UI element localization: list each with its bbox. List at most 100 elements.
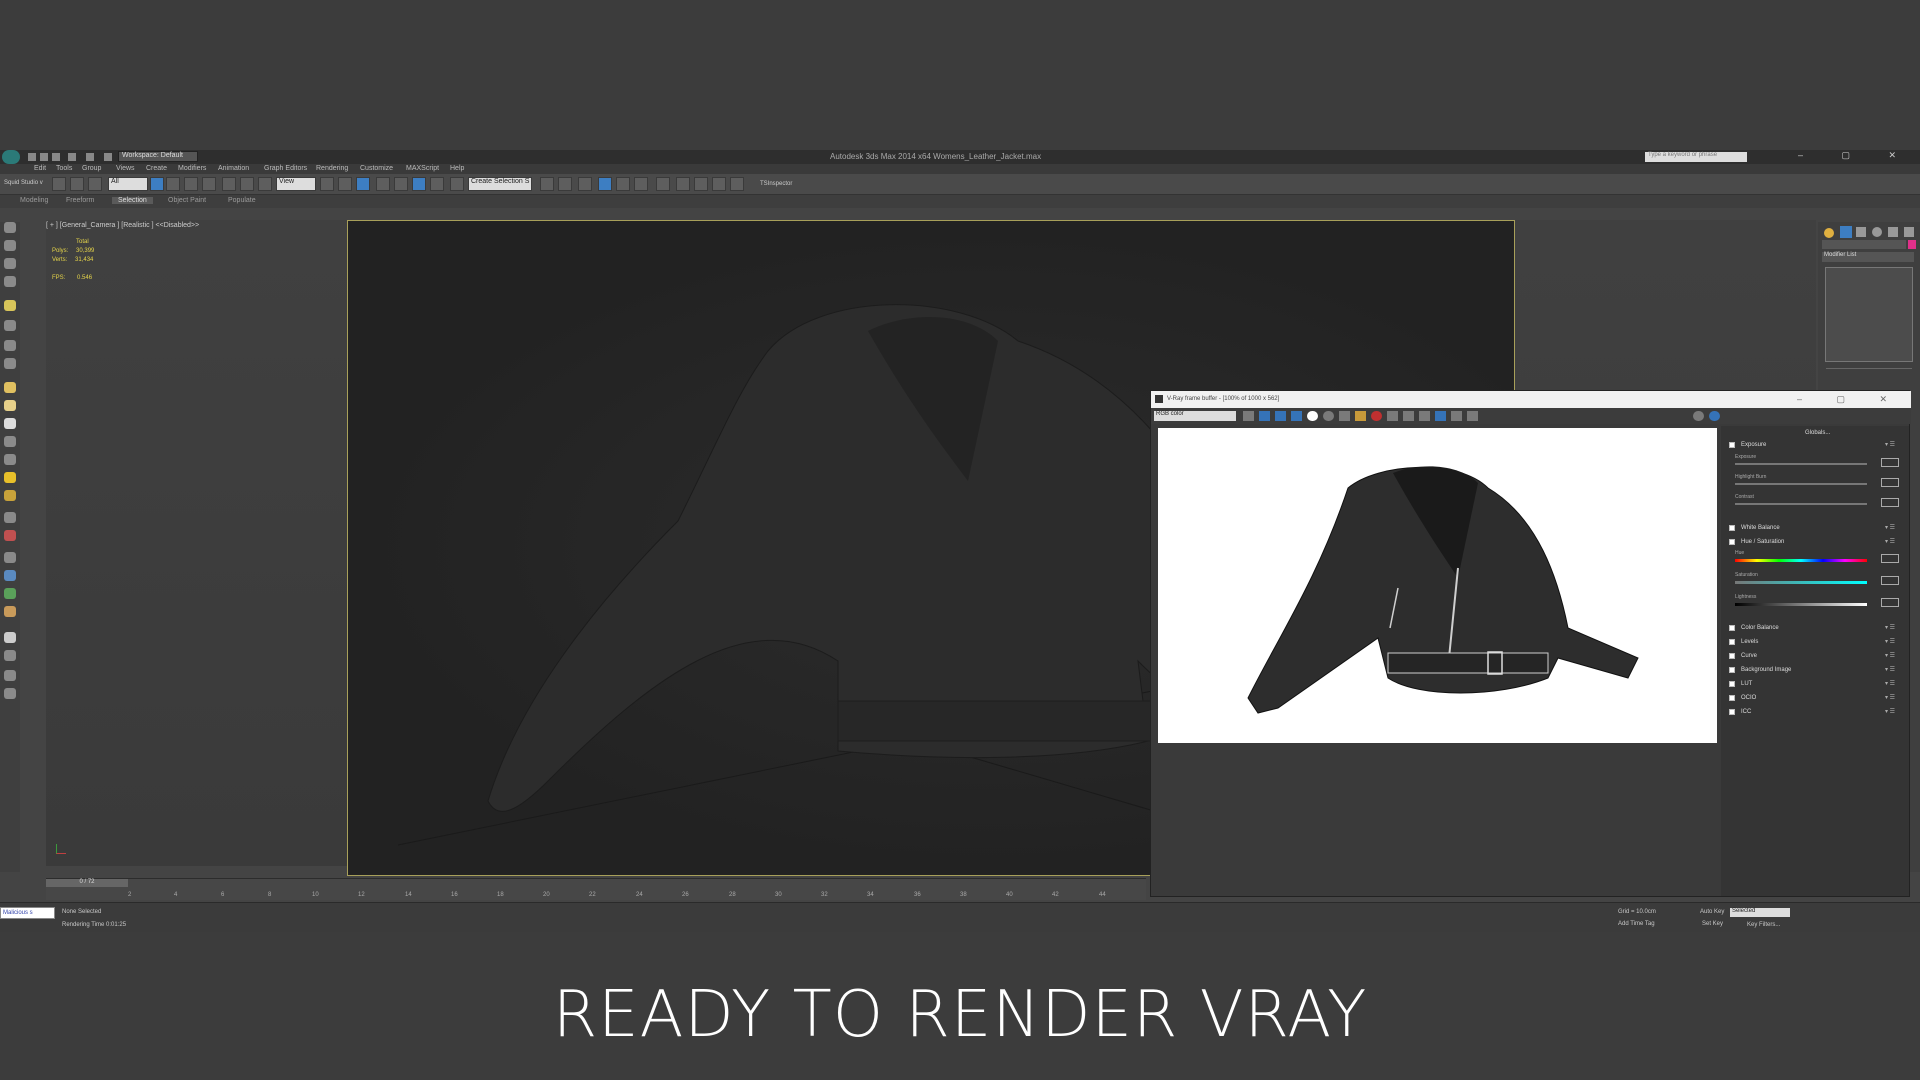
globe-icon[interactable] [4,570,16,581]
section-menu-icon[interactable]: ▾ ☰ [1885,694,1895,701]
redo-icon[interactable] [86,153,94,161]
blue-channel-icon[interactable] [1291,411,1302,421]
menu-animation[interactable]: Animation [218,165,249,172]
menu-rendering[interactable]: Rendering [316,165,348,172]
contrast-value-field[interactable] [1881,498,1899,507]
mono-icon[interactable] [1323,411,1334,421]
curve-checkbox[interactable] [1729,653,1735,659]
alpha-icon[interactable] [1307,411,1318,421]
exposure-checkbox[interactable] [1729,442,1735,448]
lightness-value-field[interactable] [1881,598,1899,607]
tab-selection[interactable]: Selection [112,197,153,204]
background-image-checkbox[interactable] [1729,667,1735,673]
green-channel-icon[interactable] [1275,411,1286,421]
stop-render-icon[interactable] [1371,411,1382,421]
bones-icon[interactable] [4,512,16,523]
render-production-icon[interactable] [712,177,726,191]
lens-effects-icon[interactable] [1419,411,1430,421]
clear-icon[interactable] [1467,411,1478,421]
bind-space-warp-icon[interactable] [88,177,102,191]
tree-icon[interactable] [4,588,16,599]
channel-dropdown[interactable]: RGB color [1154,411,1236,421]
character-icon[interactable] [4,606,16,617]
menu-tools[interactable]: Tools [56,165,72,172]
hue-saturation-checkbox[interactable] [1729,539,1735,545]
align-icon[interactable] [558,177,572,191]
light-icon[interactable] [4,300,16,311]
display-tab-icon[interactable] [1888,227,1898,237]
selected-dropdown[interactable]: Selected [1730,908,1790,917]
compare-icon[interactable] [1451,411,1462,421]
add-time-tag[interactable]: Add Time Tag [1618,921,1655,927]
select-by-name-icon[interactable] [166,177,180,191]
menu-group[interactable]: Group [82,165,101,172]
reference-coordinate-dropdown[interactable]: View [276,177,316,191]
section-menu-icon[interactable]: ▾ ☰ [1885,666,1895,673]
rectangle-selection-icon[interactable] [184,177,198,191]
section-menu-icon[interactable]: ▾ ☰ [1885,538,1895,545]
snaps-toggle-icon[interactable] [376,177,390,191]
open-file-icon[interactable] [40,153,48,161]
create-tab-icon[interactable] [1824,228,1834,238]
viewport-label[interactable]: [ + ] [General_Camera ] [Realistic ] <<D… [46,222,199,229]
section-hue-saturation[interactable]: Hue / Saturation ▾ ☰ [1729,537,1901,548]
save-image-icon[interactable] [1243,411,1254,421]
set-key-button[interactable]: Set Key [1702,921,1723,927]
lightness-slider[interactable] [1735,603,1867,606]
highlight-burn-value-field[interactable] [1881,478,1899,487]
geometry-box-icon[interactable] [4,382,16,393]
section-menu-icon[interactable]: ▾ ☰ [1885,708,1895,715]
geometry-sphere-icon[interactable] [4,400,16,411]
list-icon[interactable] [4,258,16,269]
app-logo-icon[interactable] [2,150,20,164]
menu-modifiers[interactable]: Modifiers [178,165,206,172]
contrast-slider[interactable] [1735,503,1867,505]
render-setup-icon[interactable] [676,177,690,191]
stack-buttons[interactable] [1826,368,1912,376]
object-name-field[interactable] [1822,240,1906,249]
section-white-balance[interactable]: White Balance ▾ ☰ [1729,523,1901,534]
graphite-toggle-icon[interactable] [598,177,612,191]
key-filters-button[interactable]: Key Filters... [1747,922,1780,928]
move-icon[interactable] [222,177,236,191]
filter-icon[interactable] [4,276,16,287]
selection-filter-dropdown[interactable]: All [108,177,148,191]
section-icc[interactable]: ICC ▾ ☰ [1729,707,1901,718]
render-ball-icon[interactable] [4,632,16,643]
time-slider[interactable]: 0 / 72 [46,879,128,887]
window-crossing-icon[interactable] [202,177,216,191]
studio-label[interactable]: Squid Studio v [4,180,43,186]
render-region-icon[interactable] [1387,411,1398,421]
icc-checkbox[interactable] [1729,709,1735,715]
rendered-image[interactable] [1158,428,1717,743]
hierarchy-tab-icon[interactable] [1856,227,1866,237]
section-curve[interactable]: Curve ▾ ☰ [1729,651,1901,662]
section-menu-icon[interactable]: ▾ ☰ [1885,441,1895,448]
white-balance-checkbox[interactable] [1729,525,1735,531]
new-file-icon[interactable] [28,153,36,161]
geometry-torus-icon[interactable] [4,418,16,429]
unlink-icon[interactable] [70,177,84,191]
track-mouse-icon[interactable] [1403,411,1414,421]
layer-manager-icon[interactable] [578,177,592,191]
saturation-slider[interactable] [1735,581,1867,584]
globals-button[interactable]: Globals... [1805,430,1830,436]
utilities-tab-icon[interactable] [1904,227,1914,237]
biped-icon[interactable] [4,530,16,541]
schematic-view-icon[interactable] [634,177,648,191]
scene-explorer-icon[interactable] [4,222,16,233]
hue-slider[interactable] [1735,559,1867,562]
load-icon[interactable] [1355,411,1366,421]
exposure-slider[interactable] [1735,463,1867,465]
tab-freeform[interactable]: Freeform [66,197,94,204]
spacewarp-icon[interactable] [4,358,16,369]
undo-icon[interactable] [68,153,76,161]
modifier-list-dropdown[interactable]: Modifier List [1822,252,1914,262]
menu-edit[interactable]: Edit [34,165,46,172]
edit-named-selection-icon[interactable] [450,177,464,191]
levels-checkbox[interactable] [1729,639,1735,645]
menu-maxscript[interactable]: MAXScript [406,165,439,172]
auto-key-button[interactable]: Auto Key [1700,909,1724,915]
rendered-frame-window-icon[interactable] [694,177,708,191]
network-icon[interactable] [4,552,16,563]
